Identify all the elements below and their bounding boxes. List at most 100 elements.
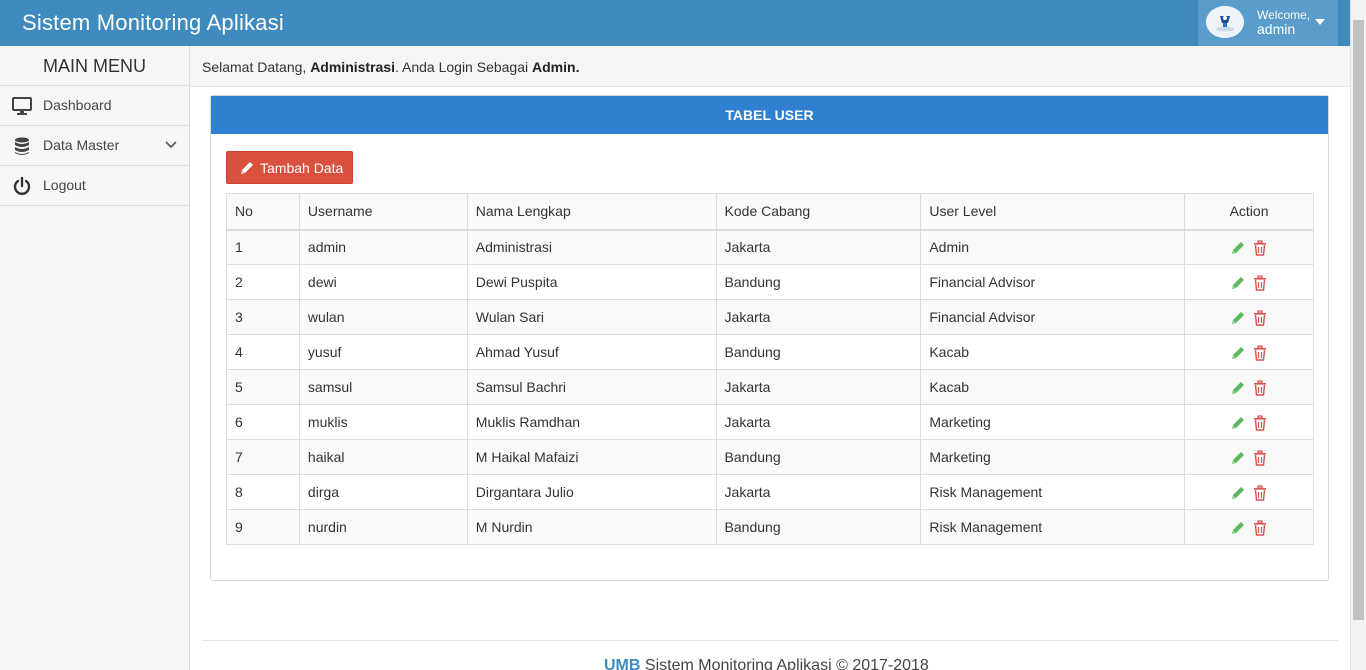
footer-divider <box>202 640 1338 641</box>
table-header-row: No Username Nama Lengkap Kode Cabang Use… <box>226 193 1314 231</box>
cell-username: dewi <box>298 264 468 300</box>
edit-pencil-icon[interactable] <box>1230 240 1246 256</box>
delete-trash-icon[interactable] <box>1252 415 1268 431</box>
delete-trash-icon[interactable] <box>1252 485 1268 501</box>
table-row: 2 dewi Dewi Puspita Bandung Financial Adviso… <box>226 264 1314 300</box>
sidebar-item-dashboard[interactable]: Dashboard <box>0 86 189 126</box>
cell-no: 2 <box>226 264 300 300</box>
add-data-button[interactable]: Tambah Data <box>226 151 353 184</box>
cell-user-level: Risk Management <box>920 474 1186 510</box>
cell-kode-cabang: Bandung <box>715 334 922 370</box>
table-row: 8 dirga Dirgantara Julio Jakarta Risk Manage… <box>226 474 1314 510</box>
delete-trash-icon[interactable] <box>1252 450 1268 466</box>
column-header-username[interactable]: Username <box>298 193 468 231</box>
cell-action <box>1184 264 1314 300</box>
cell-kode-cabang: Bandung <box>715 509 922 545</box>
pencil-icon <box>241 162 253 174</box>
cell-username: admin <box>298 229 468 265</box>
cell-user-level: Admin <box>920 229 1186 265</box>
edit-pencil-icon[interactable] <box>1230 380 1246 396</box>
cell-user-level: Marketing <box>920 404 1186 440</box>
edit-pencil-icon[interactable] <box>1230 345 1246 361</box>
column-header-kode-cabang[interactable]: Kode Cabang <box>715 193 922 231</box>
greeting-middle: . Anda Login Sebagai <box>395 59 529 75</box>
sidebar-item-logout[interactable]: Logout <box>0 166 189 206</box>
cell-action <box>1184 299 1314 335</box>
scrollbar-thumb[interactable] <box>1353 20 1364 620</box>
cell-username: muklis <box>298 404 468 440</box>
greeting-suffix: . <box>575 59 580 75</box>
edit-pencil-icon[interactable] <box>1230 310 1246 326</box>
cell-nama-lengkap: Wulan Sari <box>466 299 717 335</box>
column-header-user-level[interactable]: User Level <box>920 193 1186 231</box>
sidebar-heading: MAIN MENU <box>0 46 189 86</box>
monitor-icon <box>12 96 32 116</box>
user-menu[interactable]: Welcome, admin <box>1198 0 1338 46</box>
sidebar-item-label: Dashboard <box>43 97 112 113</box>
table-row: 5 samsul Samsul Bachri Jakarta Kacab <box>226 369 1314 405</box>
sidebar-item-data-master[interactable]: Data Master <box>0 126 189 166</box>
footer: UMB Sistem Monitoring Aplikasi © 2017-20… <box>604 657 929 670</box>
cell-username: wulan <box>298 299 468 335</box>
cell-kode-cabang: Jakarta <box>715 404 922 440</box>
table-row: 9 nurdin M Nurdin Bandung Risk Management <box>226 509 1314 545</box>
greeting-user-name: Administrasi <box>310 59 395 75</box>
edit-pencil-icon[interactable] <box>1230 275 1246 291</box>
page-scrollbar[interactable] <box>1350 0 1366 670</box>
table-row: 1 admin Administrasi Jakarta Admin <box>226 229 1314 265</box>
cell-action <box>1184 404 1314 440</box>
cell-username: yusuf <box>298 334 468 370</box>
edit-pencil-icon[interactable] <box>1230 450 1246 466</box>
delete-trash-icon[interactable] <box>1252 380 1268 396</box>
cell-nama-lengkap: M Nurdin <box>466 509 717 545</box>
edit-pencil-icon[interactable] <box>1230 520 1246 536</box>
cell-nama-lengkap: Administrasi <box>466 229 717 265</box>
edit-pencil-icon[interactable] <box>1230 485 1246 501</box>
cell-user-level: Kacab <box>920 369 1186 405</box>
delete-trash-icon[interactable] <box>1252 240 1268 256</box>
cell-action <box>1184 474 1314 510</box>
table-row: 6 muklis Muklis Ramdhan Jakarta Marketing <box>226 404 1314 440</box>
cell-action <box>1184 334 1314 370</box>
caret-down-icon[interactable] <box>1315 19 1325 25</box>
delete-trash-icon[interactable] <box>1252 275 1268 291</box>
cell-action <box>1184 229 1314 265</box>
table-row: 3 wulan Wulan Sari Jakarta Financial Advisor <box>226 299 1314 335</box>
cell-action <box>1184 509 1314 545</box>
cell-username: haikal <box>298 439 468 475</box>
cell-no: 9 <box>226 509 300 545</box>
delete-trash-icon[interactable] <box>1252 520 1268 536</box>
user-table-panel: TABEL USER Tambah Data No Username Nama … <box>210 95 1329 581</box>
delete-trash-icon[interactable] <box>1252 345 1268 361</box>
column-header-no[interactable]: No <box>226 193 300 231</box>
delete-trash-icon[interactable] <box>1252 310 1268 326</box>
table-row: 7 haikal M Haikal Mafaizi Bandung Marketing <box>226 439 1314 475</box>
sidebar-item-label: Data Master <box>43 137 120 153</box>
column-header-nama-lengkap[interactable]: Nama Lengkap <box>466 193 717 231</box>
cell-kode-cabang: Jakarta <box>715 369 922 405</box>
footer-brand[interactable]: UMB <box>604 657 640 670</box>
cell-nama-lengkap: Dirgantara Julio <box>466 474 717 510</box>
cell-nama-lengkap: Ahmad Yusuf <box>466 334 717 370</box>
cell-kode-cabang: Jakarta <box>715 299 922 335</box>
cell-no: 3 <box>226 299 300 335</box>
cell-user-level: Risk Management <box>920 509 1186 545</box>
panel-title: TABEL USER <box>211 96 1328 134</box>
cell-nama-lengkap: M Haikal Mafaizi <box>466 439 717 475</box>
cell-kode-cabang: Bandung <box>715 439 922 475</box>
avatar <box>1206 6 1244 38</box>
app-title[interactable]: Sistem Monitoring Aplikasi <box>22 10 284 36</box>
column-header-action: Action <box>1184 193 1314 231</box>
username-label: admin <box>1257 21 1296 37</box>
sidebar: MAIN MENU Dashboard Data Master Logout <box>0 46 190 670</box>
cell-no: 6 <box>226 404 300 440</box>
cell-nama-lengkap: Dewi Puspita <box>466 264 717 300</box>
greeting-text: Selamat Datang, Administrasi. Anda Login… <box>202 59 579 75</box>
user-table: No Username Nama Lengkap Kode Cabang Use… <box>226 193 1314 545</box>
cell-user-level: Financial Advisor <box>920 299 1186 335</box>
edit-pencil-icon[interactable] <box>1230 415 1246 431</box>
chevron-down-icon[interactable] <box>164 138 178 152</box>
cell-kode-cabang: Jakarta <box>715 229 922 265</box>
greeting-prefix: Selamat Datang, <box>202 59 307 75</box>
cell-username: samsul <box>298 369 468 405</box>
